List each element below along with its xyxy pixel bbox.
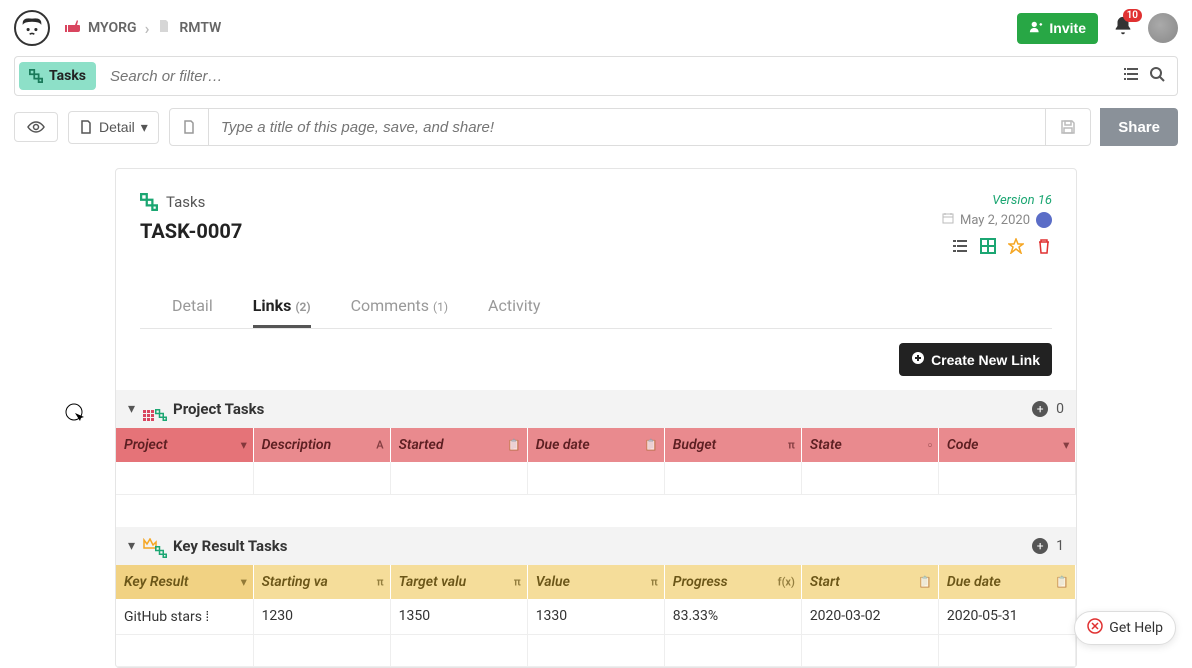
collapse-toggle[interactable]: ▾ [128, 401, 135, 417]
section-title: Project Tasks [173, 400, 264, 418]
help-icon [1087, 618, 1103, 638]
project-tasks-table: Project▾ DescriptionA Started📋 Due date📋… [116, 428, 1076, 495]
col-targetval[interactable]: Target valuπ [390, 565, 527, 599]
cell-duedate[interactable]: 2020-05-31 [938, 599, 1075, 635]
caret-down-icon: ▾ [141, 119, 148, 136]
task-id: TASK-0007 [140, 219, 242, 243]
text-icon: A [376, 439, 383, 452]
collapse-toggle[interactable]: ▾ [128, 538, 135, 554]
number-icon: π [514, 575, 521, 588]
col-started[interactable]: Started📋 [390, 428, 527, 462]
tasks-filter-chip[interactable]: Tasks [19, 62, 96, 90]
date-icon: 📋 [507, 439, 521, 452]
section-project-tasks-header: ▾ Project Tasks + 0 [116, 390, 1076, 428]
section-count: 1 [1056, 538, 1064, 554]
breadcrumb-org[interactable]: MYORG [88, 20, 137, 36]
date-icon: 📋 [918, 575, 932, 588]
grid-icon[interactable] [980, 238, 996, 258]
col-duedate[interactable]: Due date📋 [938, 565, 1075, 599]
number-icon: π [651, 575, 658, 588]
version-label[interactable]: Version 16 [942, 193, 1052, 208]
invite-label: Invite [1049, 20, 1086, 36]
search-icon[interactable] [1149, 66, 1165, 86]
col-project[interactable]: Project▾ [116, 428, 253, 462]
date-label: May 2, 2020 [960, 213, 1030, 228]
share-button[interactable]: Share [1100, 108, 1178, 146]
list-view-icon[interactable] [1123, 66, 1139, 86]
tab-comments[interactable]: Comments (1) [351, 286, 448, 328]
number-icon: π [377, 575, 384, 588]
visibility-button[interactable] [14, 112, 58, 142]
breadcrumb-project[interactable]: RMTW [179, 20, 221, 36]
section-count: 0 [1056, 401, 1064, 417]
detail-label: Detail [99, 119, 135, 135]
tasks-section-label: Tasks [166, 193, 205, 211]
cell-targetval[interactable]: 1350 [390, 599, 527, 635]
get-help-button[interactable]: Get Help [1074, 611, 1176, 645]
help-label: Get Help [1109, 620, 1163, 636]
user-plus-icon [1029, 20, 1043, 37]
col-duedate[interactable]: Due date📋 [527, 428, 664, 462]
tab-activity[interactable]: Activity [488, 286, 540, 328]
page-title-input[interactable] [209, 109, 1045, 145]
sort-icon: ▾ [1063, 439, 1069, 452]
number-icon: π [788, 439, 795, 452]
notification-badge: 10 [1123, 9, 1142, 22]
tab-detail[interactable]: Detail [172, 286, 213, 328]
trash-icon[interactable] [1036, 238, 1052, 258]
sort-icon: ▾ [241, 575, 247, 588]
invite-button[interactable]: Invite [1017, 13, 1098, 44]
cell-start[interactable]: 2020-03-02 [801, 599, 938, 635]
create-link-label: Create New Link [931, 352, 1040, 368]
author-avatar[interactable] [1036, 212, 1052, 228]
page-title-icon [170, 109, 209, 145]
calendar-icon [942, 212, 954, 228]
chevron-right-icon: › [145, 19, 150, 38]
col-start[interactable]: Start📋 [801, 565, 938, 599]
user-avatar[interactable] [1148, 13, 1178, 43]
breadcrumb: MYORG › RMTW [64, 18, 221, 38]
plus-circle-icon [911, 351, 925, 368]
col-state[interactable]: State▫ [801, 428, 938, 462]
col-keyresult[interactable]: Key Result▾ [116, 565, 253, 599]
detail-dropdown[interactable]: Detail ▾ [68, 111, 159, 144]
date-icon: 📋 [1055, 575, 1069, 588]
add-row-button[interactable]: + [1032, 538, 1048, 554]
cell-progress[interactable]: 83.33% [664, 599, 801, 635]
section-key-result-header: ▾ Key Result Tasks + 1 [116, 527, 1076, 565]
cell-value[interactable]: 1330 [527, 599, 664, 635]
table-row[interactable]: GitHub stars ⁞ 1230 1350 1330 83.33% 202… [116, 599, 1076, 635]
create-new-link-button[interactable]: Create New Link [899, 343, 1052, 376]
save-button[interactable] [1045, 109, 1090, 145]
notifications-button[interactable]: 10 [1112, 15, 1134, 41]
cell-keyresult[interactable]: GitHub stars ⁞ [116, 599, 253, 635]
add-row-button[interactable]: + [1032, 401, 1048, 417]
cell-startval[interactable]: 1230 [253, 599, 390, 635]
col-progress[interactable]: Progressf(x) [664, 565, 801, 599]
list-icon[interactable] [952, 238, 968, 258]
project-tasks-icon [143, 401, 165, 417]
app-logo[interactable] [14, 10, 50, 46]
col-budget[interactable]: Budgetπ [664, 428, 801, 462]
formula-icon: f(x) [778, 575, 795, 588]
col-description[interactable]: DescriptionA [253, 428, 390, 462]
table-row[interactable] [116, 634, 1076, 666]
state-icon: ▫ [928, 439, 932, 452]
table-row[interactable] [116, 462, 1076, 494]
col-code[interactable]: Code▾ [938, 428, 1075, 462]
search-input[interactable] [100, 57, 1111, 95]
page-icon [157, 19, 171, 37]
star-icon[interactable] [1008, 238, 1024, 258]
thumbs-up-icon [64, 18, 80, 38]
tab-links[interactable]: Links (2) [253, 286, 311, 328]
col-startval[interactable]: Starting vaπ [253, 565, 390, 599]
key-result-tasks-icon [143, 538, 165, 554]
date-icon: 📋 [644, 439, 658, 452]
key-result-tasks-table: Key Result▾ Starting vaπ Target valuπ Va… [116, 565, 1076, 667]
sort-icon: ▾ [241, 439, 247, 452]
col-value[interactable]: Valueπ [527, 565, 664, 599]
tasks-chip-label: Tasks [49, 68, 86, 84]
section-title: Key Result Tasks [173, 537, 287, 555]
